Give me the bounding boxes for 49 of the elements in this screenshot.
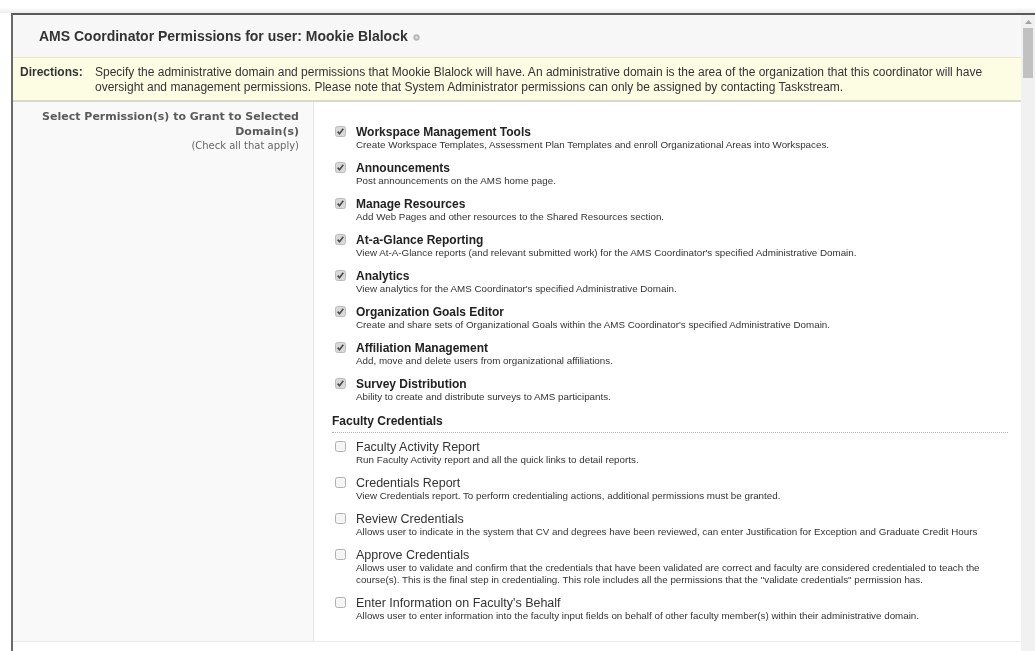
permission-description: Add Web Pages and other resources to the Shared Resources section. (356, 211, 665, 223)
checkbox[interactable] (335, 234, 346, 245)
directions-text: Specify the administrative domain and permissions that Mookie Blalock will have. An administrative domain is the area of the organization that this coordinator will have oversight and management permissions. Please note that System Administrator permissions can only be assigned by contacting Taskstream. (95, 65, 984, 95)
permission-title: Manage Resources (356, 197, 467, 211)
permission-description: Ability to create and distribute surveys to AMS participants. (356, 391, 611, 403)
checkbox[interactable] (335, 597, 346, 608)
checkbox[interactable] (335, 198, 346, 209)
permission-title: Faculty Activity Report (356, 440, 481, 454)
checkbox[interactable] (335, 441, 346, 452)
checkbox[interactable] (335, 270, 346, 281)
permission-title: Enter Information on Faculty's Behalf (356, 596, 562, 610)
permission-title: Analytics (356, 269, 411, 283)
section-heading: Faculty Credentials (332, 414, 1008, 433)
permission-title: At-a-Glance Reporting (356, 233, 485, 247)
permissions-label: Select Permission(s) to Grant to Selected Domain(s) (41, 109, 299, 139)
scroll-up-arrow-icon[interactable] (1024, 20, 1032, 24)
permission-description: Post announcements on the AMS home page. (356, 175, 556, 187)
checkbox[interactable] (335, 126, 346, 137)
scrollbar[interactable] (1021, 15, 1035, 651)
permission-description: View Credentials report. To perform credentialing actions, additional permissions must be granted. (356, 490, 781, 502)
checkbox[interactable] (335, 162, 346, 173)
checkbox[interactable] (335, 477, 346, 488)
permission-title: Announcements (356, 161, 451, 175)
permission-description: Allows user to enter information into the faculty input fields on behalf of other faculty member(s) within their administrative domain. (356, 610, 920, 622)
permission-title: Organization Goals Editor (356, 305, 505, 319)
checkbox[interactable] (335, 342, 346, 353)
permission-description: Create and share sets of Organizational Goals within the AMS Coordinator's specified Administrative Domain. (356, 319, 830, 331)
permission-title: Affiliation Management (356, 341, 489, 355)
permissions-hint: (Check all that apply) (190, 139, 299, 152)
permission-description: Allows user to validate and confirm that the credentials that have been validated are correct and faculty are considered credentialed to teach the course(s). This is the final step in credentialing. This role includes all the permissions that the "validate credentials" permission has. (356, 562, 981, 586)
permission-description: Run Faculty Activity report and all the quick links to detail reports. (356, 454, 639, 466)
checkbox[interactable] (335, 306, 346, 317)
info-icon[interactable] (412, 33, 420, 41)
permission-title: Workspace Management Tools (356, 125, 532, 139)
permission-title: Review Credentials (356, 512, 465, 526)
scrollbar-thumb[interactable] (1023, 28, 1033, 78)
permission-title: Survey Distribution (356, 377, 468, 391)
directions-label: Directions: (20, 65, 84, 81)
permission-description: Add, move and delete users from organizational affiliations. (356, 355, 613, 367)
permission-description: View At-A-Glance reports (and relevant submitted work) for the AMS Coordinator's specified Administrative Domain. (356, 247, 857, 259)
checkbox[interactable] (335, 378, 346, 389)
permission-title: Credentials Report (356, 476, 462, 490)
permission-description: Create Workspace Templates, Assessment Plan Templates and enroll Organizational Areas into Workspaces. (356, 139, 830, 151)
dialog-title: AMS Coordinator Permissions for user: Mookie Blalock (39, 28, 408, 44)
permission-description: View analytics for the AMS Coordinator's specified Administrative Domain. (356, 283, 677, 295)
permission-description: Allows user to indicate in the system that CV and degrees have been reviewed, can enter Justification for Exception and Graduate Credit Hours (356, 526, 978, 538)
checkbox[interactable] (335, 513, 346, 524)
permission-title: Approve Credentials (356, 548, 471, 562)
checkbox[interactable] (335, 549, 346, 560)
